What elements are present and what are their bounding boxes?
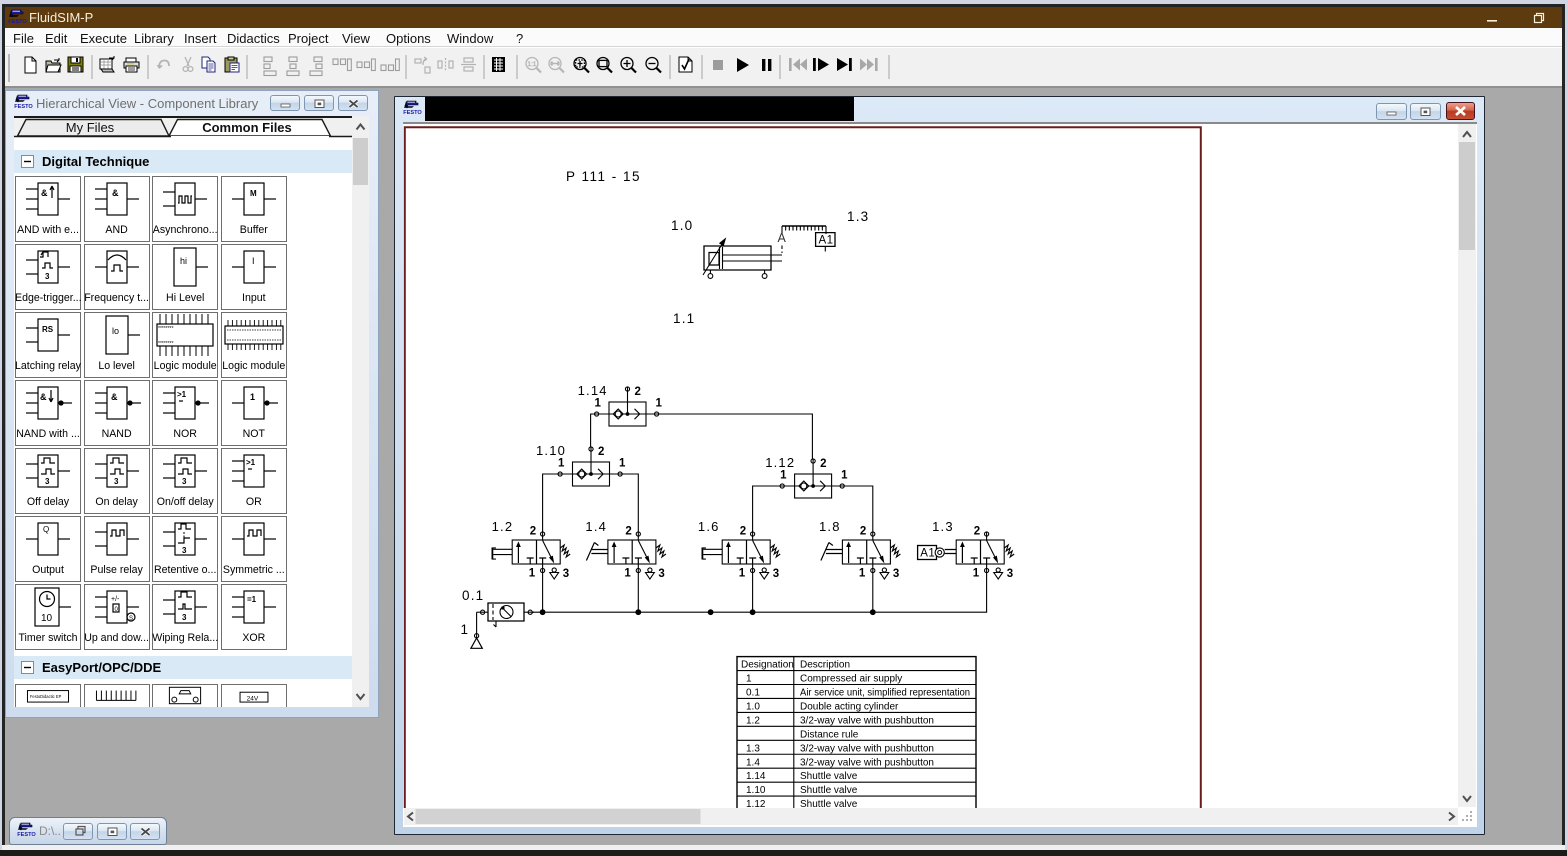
svg-text:+/-: +/- xyxy=(111,596,120,603)
svg-text:&: & xyxy=(41,188,48,198)
svg-text:Q: Q xyxy=(43,525,49,534)
svg-text:1: 1 xyxy=(558,458,565,470)
svg-text:0.1: 0.1 xyxy=(462,588,484,603)
svg-text:&: & xyxy=(40,392,47,402)
svg-text:3/2-way valve with pushbutton: 3/2-way valve with pushbutton xyxy=(800,757,934,768)
svg-text:FESTO: FESTO xyxy=(8,19,27,24)
svg-text:Double acting cylinder: Double acting cylinder xyxy=(800,701,899,712)
svg-text:1.3: 1.3 xyxy=(847,209,869,224)
svg-text:1.2: 1.2 xyxy=(746,715,760,726)
svg-text:1.3: 1.3 xyxy=(746,743,760,754)
svg-text:Common Files: Common Files xyxy=(202,120,292,135)
svg-text:Shuttle valve: Shuttle valve xyxy=(800,771,858,782)
svg-text:1.0: 1.0 xyxy=(671,218,693,233)
svg-text:FESTO: FESTO xyxy=(14,104,33,109)
svg-text:1.4: 1.4 xyxy=(585,519,607,534)
svg-text:3: 3 xyxy=(893,568,899,580)
svg-text:1.4: 1.4 xyxy=(746,757,760,768)
svg-text:1: 1 xyxy=(859,568,866,580)
svg-text:3: 3 xyxy=(45,272,50,281)
svg-text:1.0: 1.0 xyxy=(746,701,760,712)
svg-text:2: 2 xyxy=(974,526,980,538)
svg-text:FESTO: FESTO xyxy=(17,832,36,837)
svg-text:2: 2 xyxy=(740,526,746,538)
svg-text:1: 1 xyxy=(461,622,470,637)
svg-text:=1: =1 xyxy=(247,595,257,604)
svg-text:1: 1 xyxy=(595,398,602,410)
svg-text:&: & xyxy=(112,188,119,198)
svg-text:2: 2 xyxy=(530,526,536,538)
svg-text:I: I xyxy=(252,256,255,266)
svg-text:A1: A1 xyxy=(920,548,935,560)
svg-text:1.2: 1.2 xyxy=(492,519,514,534)
svg-text:1: 1 xyxy=(656,398,663,410)
svg-text:Description: Description xyxy=(800,660,850,671)
svg-text:1.12: 1.12 xyxy=(765,455,795,470)
svg-text:1.14: 1.14 xyxy=(578,383,608,398)
svg-text:1: 1 xyxy=(780,470,787,482)
svg-text:********: ******** xyxy=(158,326,174,332)
svg-text:S: S xyxy=(129,616,133,622)
svg-text:3: 3 xyxy=(773,568,779,580)
svg-text:1: 1 xyxy=(841,470,848,482)
svg-text:24V: 24V xyxy=(246,695,258,702)
svg-text:>1: >1 xyxy=(246,458,256,467)
svg-text:lo: lo xyxy=(112,326,119,336)
svg-text:A1: A1 xyxy=(819,235,834,247)
svg-text:Distance rule: Distance rule xyxy=(800,729,859,740)
svg-text:hi: hi xyxy=(180,256,187,266)
svg-text:1: 1 xyxy=(619,458,626,470)
svg-text:0.1: 0.1 xyxy=(746,688,760,699)
svg-text:3: 3 xyxy=(658,568,664,580)
svg-text:1: 1 xyxy=(250,392,255,402)
svg-text:>1: >1 xyxy=(177,390,187,399)
svg-text:Shuttle valve: Shuttle valve xyxy=(800,785,858,796)
svg-text:1:1: 1:1 xyxy=(527,61,536,68)
svg-text:1.14: 1.14 xyxy=(746,771,766,782)
svg-text:2: 2 xyxy=(625,526,631,538)
svg-text:1.12: 1.12 xyxy=(746,799,766,808)
svg-text:Compressed air supply: Compressed air supply xyxy=(800,674,902,685)
svg-text:A: A xyxy=(778,231,788,245)
svg-text:M: M xyxy=(250,189,257,198)
svg-text:Air service unit, simplified r: Air service unit, simplified representat… xyxy=(800,688,970,699)
svg-text:3: 3 xyxy=(1007,568,1013,580)
svg-text:1.10: 1.10 xyxy=(536,443,566,458)
svg-text:&: & xyxy=(111,392,118,402)
svg-text:1.10: 1.10 xyxy=(746,785,766,796)
svg-text:2: 2 xyxy=(860,526,866,538)
svg-text:********: ******** xyxy=(158,341,174,347)
svg-text:3: 3 xyxy=(182,477,187,486)
svg-text:1: 1 xyxy=(739,568,746,580)
svg-text:3: 3 xyxy=(45,477,50,486)
svg-text:1.1: 1.1 xyxy=(673,311,695,326)
svg-text:Shuttle valve: Shuttle valve xyxy=(800,799,858,808)
svg-text:1.3: 1.3 xyxy=(932,519,954,534)
svg-text:3/2-way valve with pushbutton: 3/2-way valve with pushbutton xyxy=(800,715,934,726)
svg-text:2: 2 xyxy=(820,458,826,470)
svg-text:1: 1 xyxy=(746,674,752,685)
svg-text:My Files: My Files xyxy=(66,120,115,135)
svg-text:1: 1 xyxy=(973,568,980,580)
svg-text:1.8: 1.8 xyxy=(819,519,841,534)
svg-text:P 111 - 15: P 111 - 15 xyxy=(566,169,641,184)
svg-text:3/2-way valve with pushbutton: 3/2-way valve with pushbutton xyxy=(800,743,934,754)
svg-text:FESTO: FESTO xyxy=(403,110,422,115)
svg-text:3: 3 xyxy=(182,546,187,555)
svg-text:10: 10 xyxy=(41,613,53,624)
svg-text:1.6: 1.6 xyxy=(698,519,720,534)
svg-text:2: 2 xyxy=(598,446,604,458)
svg-text:3: 3 xyxy=(563,568,569,580)
svg-text:RS: RS xyxy=(42,325,54,334)
svg-text:2: 2 xyxy=(635,386,641,398)
svg-text:3: 3 xyxy=(114,477,119,486)
svg-text:1: 1 xyxy=(529,568,536,580)
svg-text:1: 1 xyxy=(624,568,631,580)
svg-text:FestoDidactic EP: FestoDidactic EP xyxy=(30,694,62,699)
svg-text:Designation: Designation xyxy=(741,660,794,671)
svg-text:3: 3 xyxy=(182,613,187,622)
